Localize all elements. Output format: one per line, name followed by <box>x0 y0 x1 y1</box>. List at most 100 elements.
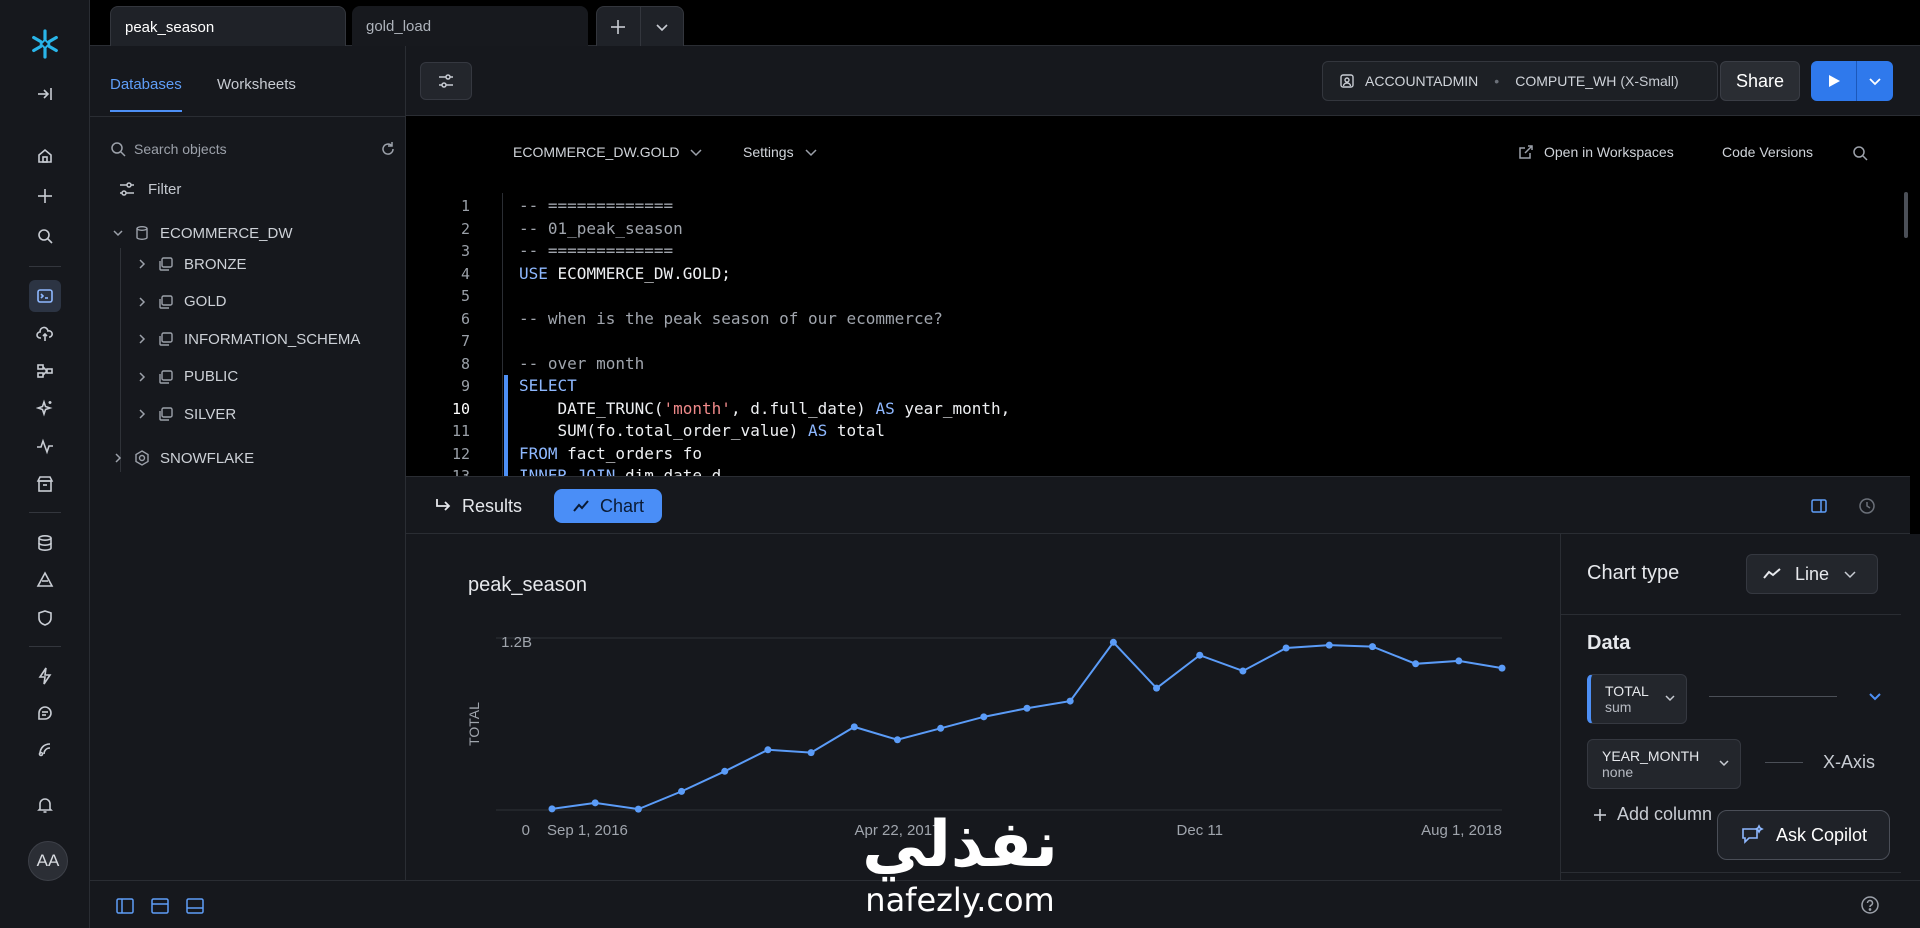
run-button[interactable] <box>1811 61 1893 101</box>
chart-type-selector[interactable]: Line <box>1746 554 1878 594</box>
tab-databases[interactable]: Databases <box>110 76 182 112</box>
user-avatar[interactable]: AA <box>28 841 68 881</box>
code-line[interactable]: 2 -- 01_peak_season <box>406 218 1910 241</box>
code-versions-link[interactable]: Code Versions <box>1722 144 1813 160</box>
code-lines[interactable]: 1 -- ============= 2 -- 01_peak_season 3 -- =… <box>406 195 1910 476</box>
chevron-right-icon <box>136 371 148 383</box>
code-line[interactable]: 8 -- over month <box>406 353 1910 376</box>
series-options-chevron-icon[interactable] <box>1867 688 1883 704</box>
tree-schema-gold[interactable]: GOLD <box>136 288 227 316</box>
tree-schema-information-schema[interactable]: INFORMATION_SCHEMA <box>136 325 360 353</box>
tree-schema-silver[interactable]: SILVER <box>136 400 236 428</box>
data-point <box>1153 684 1161 692</box>
worksheet-tab-gold-load[interactable]: gold_load <box>352 6 588 46</box>
line-number: 4 <box>460 264 470 283</box>
filter-label: Filter <box>148 180 182 198</box>
monitoring-activity-icon[interactable] <box>29 430 61 462</box>
admin-shield-icon[interactable] <box>29 602 61 634</box>
data-products-icon[interactable] <box>29 355 61 387</box>
column-name: YEAR_MONTH <box>1602 748 1700 764</box>
selection-gutter-marker <box>504 442 508 465</box>
editor-search-icon[interactable] <box>1851 144 1869 162</box>
code-line[interactable]: 7 <box>406 330 1910 353</box>
help-question-icon[interactable] <box>1860 895 1880 915</box>
play-icon[interactable] <box>1811 61 1857 101</box>
worksheet-tab-peak-season[interactable]: peak_season <box>110 6 346 46</box>
tab-menu-chevron-down-icon[interactable] <box>641 7 684 46</box>
explorer-divider <box>90 116 405 117</box>
editor-scrollbar[interactable] <box>1904 192 1908 238</box>
code-line[interactable]: 13 INNER JOIN dim_date d <box>406 465 1910 476</box>
code-line[interactable]: 1 -- ============= <box>406 195 1910 218</box>
toggle-top-panel-icon[interactable] <box>151 898 169 914</box>
collapse-sidebar-icon[interactable] <box>29 78 61 110</box>
data-point <box>1412 660 1420 668</box>
run-options-chevron-down-icon[interactable] <box>1857 61 1893 101</box>
rail-divider <box>29 646 61 647</box>
code-text: USE ECOMMERCE_DW.GOLD; <box>519 263 731 286</box>
user-role-icon <box>1339 73 1355 89</box>
code-line[interactable]: 11 SUM(fo.total_order_value) AS total <box>406 420 1910 443</box>
tree-db-snowflake[interactable]: SNOWFLAKE <box>112 444 254 472</box>
ask-copilot-label: Ask Copilot <box>1775 824 1868 845</box>
column-aggregation: sum <box>1605 699 1632 715</box>
toggle-bottom-panel-icon[interactable] <box>186 898 204 914</box>
code-token: -- over month <box>519 353 645 373</box>
results-tab[interactable]: Results <box>434 489 522 523</box>
database-icon <box>134 225 150 241</box>
add-column-button[interactable]: Add column <box>1593 804 1712 825</box>
code-line[interactable]: 10 DATE_TRUNC('month', d.full_date) AS y… <box>406 397 1910 420</box>
new-tab-plus-icon[interactable] <box>597 7 641 46</box>
tree-schema-public[interactable]: PUBLIC <box>136 363 238 391</box>
code-line[interactable]: 6 -- when is the peak season of our ecomm… <box>406 308 1910 331</box>
copilot-sparkle-icon <box>1740 824 1764 846</box>
share-button[interactable]: Share <box>1720 61 1800 101</box>
data-ingest-cloud-icon[interactable] <box>29 318 61 350</box>
sql-editor[interactable]: ECOMMERCE_DW.GOLD Settings Open in Works… <box>406 116 1910 476</box>
notifications-bell-icon[interactable] <box>29 789 61 821</box>
create-plus-icon[interactable] <box>29 180 61 212</box>
ai-ml-sparkle-icon[interactable] <box>29 392 61 424</box>
y-column-total[interactable]: TOTAL sum <box>1587 674 1687 724</box>
database-icon[interactable] <box>29 527 61 559</box>
chart-tab[interactable]: Chart <box>554 489 662 523</box>
tab-worksheets[interactable]: Worksheets <box>217 76 296 93</box>
home-icon[interactable] <box>29 140 61 172</box>
line-number: 7 <box>460 332 470 350</box>
ask-copilot-button[interactable]: Ask Copilot <box>1717 810 1890 860</box>
tree-db-ecommerce-dw[interactable]: ECOMMERCE_DW <box>112 219 293 247</box>
filter-button[interactable]: Filter <box>118 180 181 198</box>
open-in-workspaces-link[interactable]: Open in Workspaces <box>1518 144 1674 160</box>
snowflake-mini-icon[interactable] <box>29 733 61 765</box>
line-chart-icon <box>572 497 590 515</box>
search-objects-field[interactable]: Search objects <box>110 134 396 164</box>
code-line[interactable]: 4 USE ECOMMERCE_DW.GOLD; <box>406 263 1910 286</box>
projects-worksheets-icon[interactable] <box>29 280 61 312</box>
marketplace-icon[interactable] <box>29 468 61 500</box>
search-objects-placeholder: Search objects <box>134 141 227 157</box>
governance-icon[interactable] <box>29 564 61 596</box>
data-point <box>893 736 901 744</box>
query-history-clock-icon[interactable] <box>1858 497 1876 515</box>
tree-schema-bronze[interactable]: BRONZE <box>136 250 247 278</box>
toggle-side-panel-icon[interactable] <box>1810 497 1828 515</box>
code-line[interactable]: 9 SELECT <box>406 375 1910 398</box>
search-icon[interactable] <box>29 220 61 252</box>
database-schema-selector[interactable]: ECOMMERCE_DW.GOLD <box>513 144 703 160</box>
worksheet-toolbar: ACCOUNTADMIN • COMPUTE_WH (X-Small) Shar… <box>406 46 1920 116</box>
x-column-year-month[interactable]: YEAR_MONTH none <box>1587 739 1741 789</box>
code-line[interactable]: 3 -- ============= <box>406 240 1910 263</box>
schema-icon <box>158 256 174 272</box>
worksheet-settings-button[interactable] <box>420 62 472 100</box>
learn-icon[interactable] <box>29 697 61 729</box>
settings-label: Settings <box>743 144 794 160</box>
code-line[interactable]: 5 <box>406 285 1910 308</box>
toggle-left-panel-icon[interactable] <box>116 898 134 914</box>
editor-settings-menu[interactable]: Settings <box>743 144 818 160</box>
code-line[interactable]: 12 FROM fact_orders fo <box>406 442 1910 465</box>
bolt-icon[interactable] <box>29 660 61 692</box>
refresh-icon[interactable] <box>380 141 396 157</box>
role-warehouse-selector[interactable]: ACCOUNTADMIN • COMPUTE_WH (X-Small) <box>1322 61 1718 101</box>
tab-label: peak_season <box>125 19 215 36</box>
snowflake-logo-icon[interactable] <box>29 28 61 60</box>
